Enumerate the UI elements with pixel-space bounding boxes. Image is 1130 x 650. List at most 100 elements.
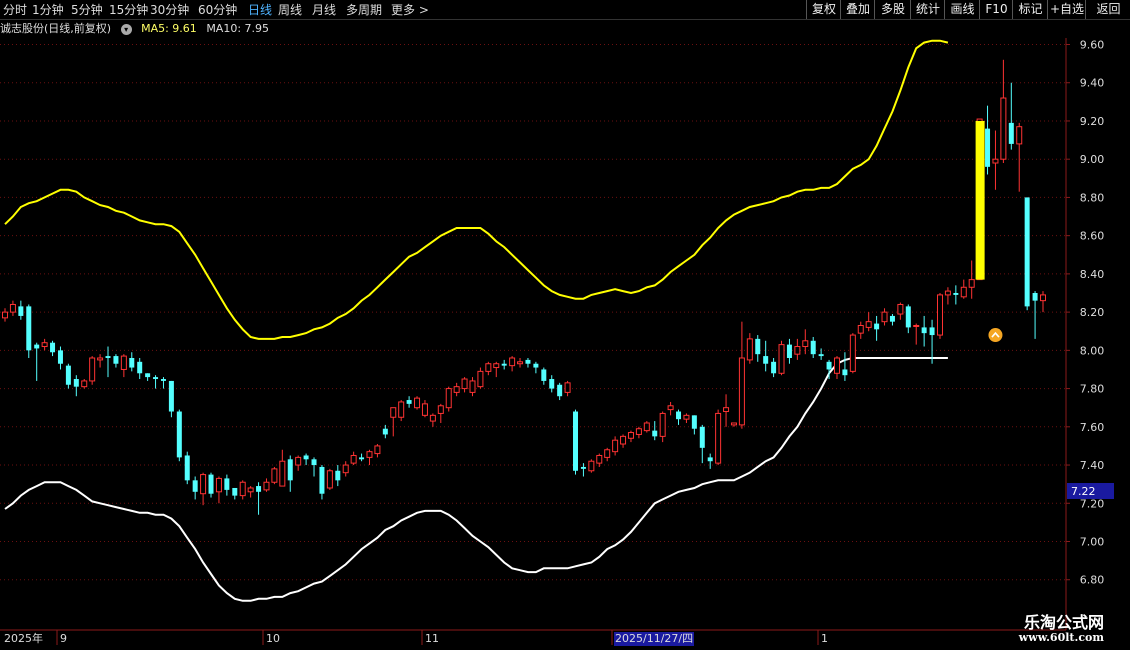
candle-body-12: [97, 357, 104, 361]
y-tick-label-14: 6.80: [1080, 574, 1105, 587]
candle-body-108: [857, 324, 864, 334]
timeframe-tab-0[interactable]: 分时: [3, 1, 27, 18]
toolbar-button-6[interactable]: 标记: [1012, 0, 1048, 19]
candle-body-87: [691, 415, 697, 429]
candle-body-27: [215, 477, 222, 493]
candle-body-91: [723, 407, 730, 413]
candle-body-56: [445, 388, 452, 409]
x-tick-label-1: 9: [60, 632, 67, 645]
candle-body-37: [295, 456, 302, 466]
candle-body-100: [794, 346, 801, 355]
candle-body-127: [1008, 122, 1014, 144]
candle-body-113: [897, 303, 904, 315]
price-axis: 9.60 9.40 9.20 9.00 8.80 8.60 8.40 8.20 8.00 7.80…: [1065, 38, 1114, 630]
candle-body-42: [335, 470, 341, 481]
candle-body-17: [137, 361, 143, 374]
candle-body-29: [232, 487, 238, 496]
timeframe-tab-3[interactable]: 15分钟: [109, 1, 148, 18]
candle-body-38: [303, 455, 309, 460]
timeframe-tab-8[interactable]: 月线: [312, 1, 336, 18]
toolbar-button-2[interactable]: 多股: [874, 0, 911, 19]
candle-body-124: [985, 128, 991, 167]
x-tick-label-4: 2025/11/27/四: [615, 632, 693, 645]
candle-body-36: [287, 459, 293, 481]
timeframe-tab-5[interactable]: 60分钟: [198, 1, 237, 18]
candle-body-54: [429, 414, 436, 422]
candle-body-53: [421, 403, 428, 416]
candle-body-80: [635, 428, 642, 435]
info-bar: 诚志股份(日线,前复权) ▾ MA5: 9.61 MA10: 7.95: [0, 20, 275, 37]
toolbar-button-3[interactable]: 统计: [910, 0, 945, 19]
candle-body-103: [818, 354, 824, 357]
ma5-label: MA5: 9.61: [141, 22, 197, 35]
timeframe-tab-10[interactable]: 更多 >: [391, 1, 429, 18]
settings-icon[interactable]: ▾: [120, 24, 132, 35]
y-tick-label-13: 7.00: [1080, 536, 1105, 549]
candle-body-31: [247, 487, 254, 493]
toolbar-button-0[interactable]: 复权: [806, 0, 841, 19]
candle-body-109: [865, 321, 872, 328]
bands: [4, 39, 949, 602]
candle-body-89: [707, 457, 713, 462]
toolbar-button-4[interactable]: 画线: [944, 0, 980, 19]
candle-body-93: [738, 357, 745, 426]
candle-body-4: [34, 344, 40, 349]
y-tick-label-11: 7.40: [1080, 459, 1105, 472]
candle-body-69: [549, 379, 555, 389]
candle-body-85: [676, 411, 682, 420]
ma10-label: MA10: 7.95: [206, 22, 270, 35]
x-tick-label-2: 10: [266, 632, 280, 645]
candle-body-0: [2, 311, 8, 319]
toolbar-button-1[interactable]: 叠加: [840, 0, 875, 19]
timeframe-tab-7[interactable]: 周线: [278, 1, 302, 18]
candle-body-16: [129, 357, 135, 368]
toolbar-button-7[interactable]: +自选: [1047, 0, 1086, 19]
candle-body-118: [936, 294, 943, 336]
candlestick-chart[interactable]: 9.60 9.40 9.20 9.00 8.80 8.60 8.40 8.20 8.00 7.80…: [0, 0, 1130, 650]
timeframe-tab-9[interactable]: 多周期: [346, 1, 382, 18]
candle-body-81: [643, 422, 650, 432]
candle-body-106: [842, 369, 848, 376]
candle-body-55: [437, 405, 444, 414]
candle-body-65: [517, 361, 524, 365]
candle-body-48: [382, 428, 388, 435]
timeframe-tab-4[interactable]: 30分钟: [150, 1, 189, 18]
candle-body-77: [612, 439, 619, 453]
candle-body-114: [905, 306, 911, 328]
candle-body-19: [153, 377, 159, 380]
candle-body-94: [746, 338, 753, 361]
timeframe-tab-1[interactable]: 1分钟: [32, 1, 64, 18]
candle-body-84: [667, 405, 674, 411]
candle-body-117: [929, 327, 935, 336]
candle-body-128: [1016, 126, 1023, 145]
candle-body-64: [509, 357, 516, 367]
y-tick-label-9: 7.80: [1080, 383, 1105, 396]
candle-body-126: [1000, 97, 1007, 160]
upper-band-line: [4, 39, 949, 340]
timeframe-tab-2[interactable]: 5分钟: [71, 1, 103, 18]
candle-body-122: [968, 279, 975, 288]
y-tick-label-6: 8.40: [1080, 268, 1105, 281]
candle-body-129: [1024, 197, 1030, 307]
candle-body-3: [26, 306, 32, 351]
candle-body-7: [57, 350, 63, 364]
candle-body-49: [390, 407, 397, 418]
candle-body-8: [65, 365, 71, 385]
toolbar-button-8[interactable]: 返回: [1085, 0, 1130, 19]
candle-body-59: [469, 380, 476, 393]
candle-body-33: [263, 481, 270, 491]
candle-body-92: [730, 422, 737, 426]
candle-body-5: [41, 342, 48, 348]
toolbar-button-5[interactable]: F10: [979, 0, 1013, 19]
candle-body-66: [525, 359, 531, 364]
candle-body-97: [771, 361, 777, 374]
candle-body-34: [271, 468, 278, 483]
x-tick-label-3: 11: [425, 632, 439, 645]
candle-body-57: [453, 386, 460, 393]
timeframe-tab-6[interactable]: 日线: [248, 1, 272, 18]
candle-body-58: [461, 378, 468, 390]
candle-body-10: [81, 380, 88, 388]
y-tick-label-8: 8.00: [1080, 344, 1105, 357]
candle-body-18: [145, 373, 151, 378]
signal-marker: [988, 328, 1003, 343]
